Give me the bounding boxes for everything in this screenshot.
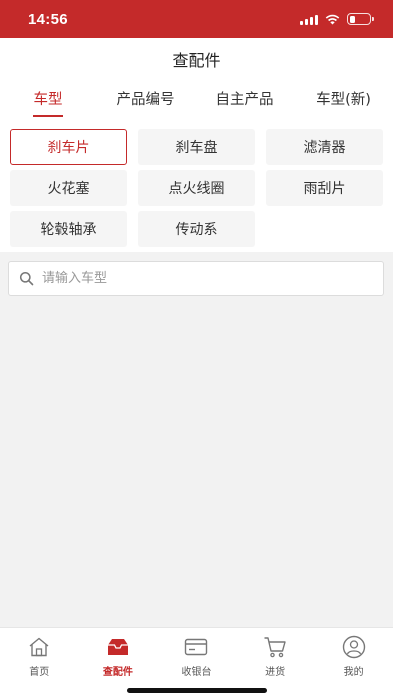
home-indicator [127, 688, 267, 693]
category-chip-wheel-bearings[interactable]: 轮毂轴承 [10, 211, 127, 247]
box-icon [106, 635, 130, 659]
category-chip-filters[interactable]: 滤清器 [266, 129, 383, 165]
vehicle-search-input[interactable] [42, 262, 383, 295]
cart-icon [263, 635, 287, 659]
tabbar-label: 首页 [29, 667, 50, 678]
category-chip-wiper-blades[interactable]: 雨刮片 [266, 170, 383, 206]
tabbar-label: 我的 [343, 667, 364, 678]
signal-icon [300, 14, 318, 25]
category-chip-brake-discs[interactable]: 刹车盘 [138, 129, 255, 165]
user-icon [342, 635, 366, 659]
tabbar-home[interactable]: 首页 [0, 628, 79, 700]
tabbar-profile[interactable]: 我的 [314, 628, 393, 700]
page-title: 查配件 [172, 51, 221, 70]
tab-active-indicator [33, 115, 63, 117]
nav-header: 查配件 [0, 38, 393, 80]
home-icon [27, 635, 51, 659]
tab-label: 车型(新) [316, 92, 371, 108]
tab-own-products[interactable]: 自主产品 [195, 80, 294, 123]
category-grid: 刹车片 刹车盘 滤清器 火花塞 点火线圈 雨刮片 轮毂轴承 传动系 [0, 123, 393, 252]
tabbar-label: 收银台 [181, 667, 212, 678]
status-time: 14:56 [28, 10, 68, 28]
battery-icon [347, 13, 374, 25]
tab-vehicle-model[interactable]: 车型 [0, 80, 96, 123]
tab-product-number[interactable]: 产品编号 [96, 80, 195, 123]
status-bar: 14:56 [0, 0, 393, 38]
search-icon [19, 271, 34, 286]
tab-label: 产品编号 [116, 92, 175, 108]
search-box [8, 261, 384, 296]
search-bar [8, 261, 384, 296]
tabbar-label: 进货 [265, 667, 286, 678]
search-type-tabs: 车型 产品编号 自主产品 车型(新) [0, 80, 393, 123]
category-chip-ignition-coils[interactable]: 点火线圈 [138, 170, 255, 206]
category-chip-brake-pads[interactable]: 刹车片 [10, 129, 127, 165]
wifi-icon [325, 14, 340, 24]
category-chip-spark-plugs[interactable]: 火花塞 [10, 170, 127, 206]
tab-vehicle-model-new[interactable]: 车型(新) [294, 80, 393, 123]
card-icon [184, 635, 208, 659]
status-icons [300, 13, 374, 25]
tabbar-label: 查配件 [102, 667, 133, 678]
tab-label: 车型 [33, 92, 63, 108]
category-chip-drivetrain[interactable]: 传动系 [138, 211, 255, 247]
tab-label: 自主产品 [215, 92, 274, 108]
